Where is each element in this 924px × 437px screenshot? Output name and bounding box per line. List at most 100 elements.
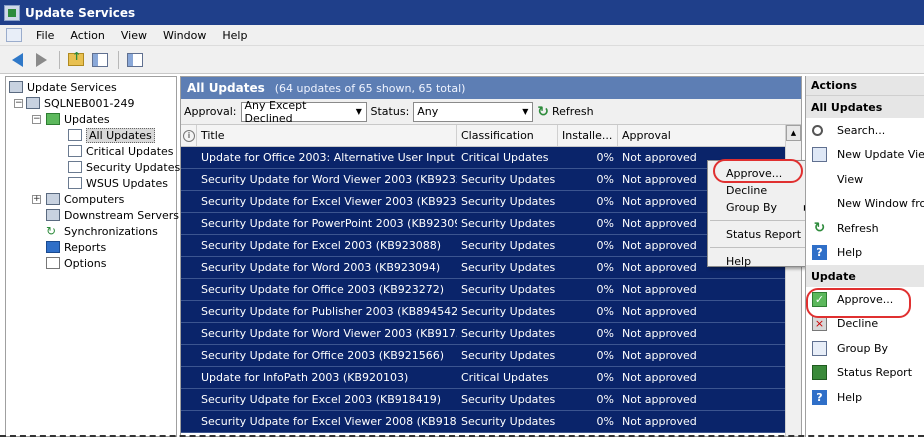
- dropdown-arrow-icon[interactable]: ▼: [352, 103, 365, 121]
- dropdown-arrow-icon[interactable]: ▼: [518, 103, 532, 121]
- table-row[interactable]: Update for InfoPath 2003 (KB920103) Criti…: [181, 367, 801, 389]
- show-hide-tree-button[interactable]: [89, 49, 111, 71]
- context-menu-approve[interactable]: Approve...: [708, 163, 816, 183]
- cell-classification: Security Updates: [461, 305, 556, 318]
- menu-help[interactable]: Help: [214, 29, 255, 42]
- console-icon[interactable]: [6, 28, 22, 42]
- tree-item-synchronizations[interactable]: ↻ Synchronizations: [6, 223, 176, 239]
- tree-item-wsus-updates[interactable]: WSUS Updates: [6, 175, 176, 191]
- column-header-classification[interactable]: Classification: [457, 125, 558, 146]
- tree-item-reports[interactable]: Reports: [6, 239, 176, 255]
- tree-item-downstream-servers[interactable]: Downstream Servers: [6, 207, 179, 223]
- refresh-icon[interactable]: ↻: [537, 104, 549, 120]
- forward-button[interactable]: [30, 49, 52, 71]
- table-row[interactable]: Security Update for Publisher 2003 (KB89…: [181, 301, 801, 323]
- cell-title: Security Udpate for Excel Viewer 2008 (K…: [201, 415, 457, 428]
- action-refresh[interactable]: ↻ Refresh: [806, 216, 924, 241]
- menu-view[interactable]: View: [113, 29, 155, 42]
- update-view-icon: [68, 161, 82, 173]
- tree-item-critical-updates[interactable]: Critical Updates: [6, 143, 176, 159]
- collapse-toggle-icon[interactable]: −: [14, 98, 23, 108]
- cell-title: Security Update for PowerPoint 2003 (KB9…: [201, 217, 457, 230]
- menu-window[interactable]: Window: [155, 29, 214, 42]
- menu-bar: File Action View Window Help: [0, 25, 924, 46]
- back-button[interactable]: [6, 49, 28, 71]
- column-header-title[interactable]: Title: [197, 125, 457, 146]
- cell-classification: Security Updates: [461, 283, 556, 296]
- up-one-level-button[interactable]: [65, 49, 87, 71]
- back-arrow-icon: [11, 52, 23, 67]
- approve-icon: ✓: [812, 291, 827, 307]
- expand-toggle-icon[interactable]: +: [32, 194, 41, 204]
- action-update-help[interactable]: ? Help: [806, 385, 924, 410]
- action-approve[interactable]: ✓ Approve...: [806, 287, 924, 312]
- row-info-cell: [181, 367, 197, 388]
- cell-installed: 0%: [596, 349, 614, 362]
- table-row[interactable]: Security Update for Word Viewer 2003 (KB…: [181, 323, 801, 345]
- cell-classification: Security Updates: [461, 239, 556, 252]
- cell-approval: Not approved: [622, 349, 697, 362]
- status-filter-select[interactable]: Any ▼: [413, 101, 534, 122]
- column-info[interactable]: i: [181, 125, 197, 146]
- action-help[interactable]: ? Help: [806, 241, 924, 266]
- table-row[interactable]: Security Update for Office 2003 (KB92327…: [181, 279, 801, 301]
- table-row[interactable]: Security Udpate for Excel Viewer 2008 (K…: [181, 411, 801, 433]
- action-group-by[interactable]: Group By: [806, 336, 924, 361]
- column-header-approval[interactable]: Approval: [618, 125, 785, 146]
- refresh-icon: ↻: [813, 220, 826, 237]
- menu-action[interactable]: Action: [62, 29, 112, 42]
- cell-title: Security Update for Office 2003 (KB92156…: [201, 349, 445, 362]
- approval-filter-select[interactable]: Any Except Declined ▼: [240, 99, 367, 125]
- cell-installed: 0%: [596, 415, 614, 428]
- table-row[interactable]: Security Update for Office 2003 (KB92156…: [181, 345, 801, 367]
- context-menu-separator: [710, 220, 814, 221]
- cell-title: Security Update for Excel Viewer 2003 (K…: [201, 195, 457, 208]
- computers-icon: [46, 193, 60, 205]
- cell-classification: Security Updates: [461, 195, 556, 208]
- help-icon: ?: [812, 245, 827, 261]
- tree-item-updates[interactable]: − Updates: [6, 111, 176, 127]
- context-menu-status-report[interactable]: Status Report: [708, 224, 816, 244]
- action-new-update-view[interactable]: New Update View: [806, 143, 924, 168]
- scroll-up-icon[interactable]: ▲: [786, 125, 801, 141]
- action-status-report[interactable]: Status Report: [806, 361, 924, 386]
- tree-item-computers[interactable]: + Computers: [6, 191, 176, 207]
- status-filter-label: Status:: [370, 105, 410, 118]
- show-hide-action-pane-button[interactable]: [124, 49, 146, 71]
- table-row[interactable]: Security Udpate for Excel 2003 (KB918419…: [181, 389, 801, 411]
- window-title-bar: Update Services: [0, 0, 924, 25]
- tree-item-server[interactable]: − SQLNEB001-249: [6, 95, 176, 111]
- cell-title: Security Udpate for Excel 2003 (KB918419…: [201, 393, 442, 406]
- menu-file[interactable]: File: [28, 29, 62, 42]
- cell-classification: Security Updates: [461, 415, 556, 428]
- tree-item-all-updates[interactable]: All Updates: [6, 127, 176, 143]
- action-new-window[interactable]: New Window from Here: [806, 192, 924, 217]
- cell-installed: 0%: [596, 283, 614, 296]
- actions-pane: Actions All Updates Search... New Update…: [805, 76, 924, 437]
- tree-item-options[interactable]: Options: [6, 255, 176, 271]
- search-icon: [812, 124, 823, 136]
- collapse-toggle-icon[interactable]: −: [32, 114, 41, 124]
- cell-classification: Critical Updates: [461, 151, 549, 164]
- tree-item-update-services[interactable]: Update Services: [6, 79, 176, 95]
- action-view[interactable]: View: [806, 167, 924, 192]
- update-view-icon: [68, 145, 82, 157]
- context-menu-decline[interactable]: Decline: [708, 183, 816, 197]
- cell-installed: 0%: [596, 217, 614, 230]
- action-decline[interactable]: × Decline: [806, 312, 924, 337]
- folder-up-icon: [68, 50, 84, 66]
- context-menu-group-by[interactable]: Group By ▶: [708, 197, 816, 217]
- column-header-installed[interactable]: Installe...: [558, 125, 618, 146]
- update-view-icon: [68, 177, 82, 189]
- tree-item-security-updates[interactable]: Security Updates: [6, 159, 180, 175]
- cell-classification: Security Updates: [461, 327, 556, 340]
- update-services-app-icon: [4, 4, 20, 21]
- refresh-button[interactable]: Refresh: [552, 105, 594, 118]
- cell-approval: Not approved: [622, 415, 697, 428]
- downstream-servers-icon: [46, 209, 60, 221]
- context-menu-help[interactable]: Help: [708, 251, 816, 271]
- cell-installed: 0%: [596, 195, 614, 208]
- action-search[interactable]: Search...: [806, 118, 924, 143]
- cell-installed: 0%: [596, 393, 614, 406]
- cell-title: Security Update for Excel 2003 (KB923088…: [201, 239, 442, 252]
